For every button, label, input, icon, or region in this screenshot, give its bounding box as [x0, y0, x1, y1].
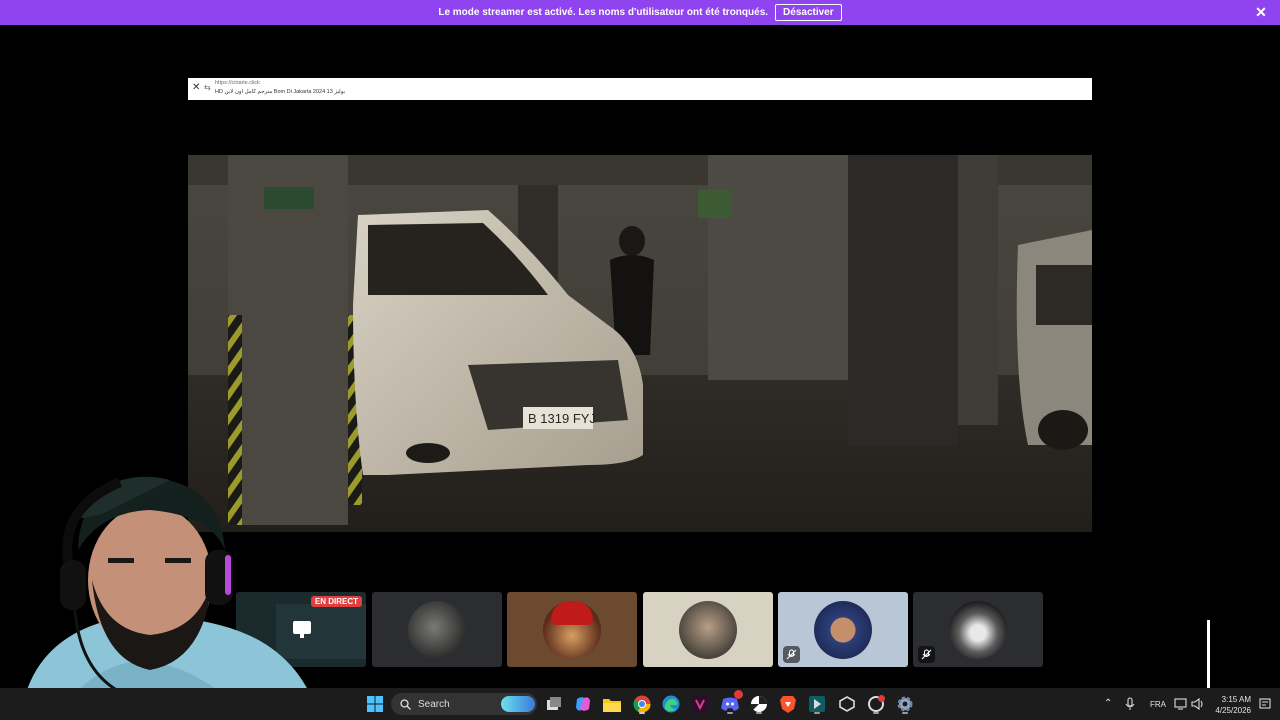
webcam-overlay [0, 470, 330, 720]
unity-icon[interactable] [835, 692, 859, 716]
avatar [408, 600, 466, 659]
steelseries-icon[interactable] [864, 692, 888, 716]
task-view-icon[interactable] [542, 692, 566, 716]
close-icon[interactable]: ✕ [1254, 5, 1268, 19]
avatar [814, 600, 872, 659]
clock-time: 3:15 AM [1221, 695, 1251, 704]
participant-tile-5[interactable] [778, 592, 908, 667]
streamer-camera [20, 476, 320, 720]
microphone-icon[interactable] [1121, 692, 1139, 716]
muted-icon [918, 646, 935, 663]
taskbar: Search ⌃ FRA 3:15 AM 4/25/2026 [0, 688, 1280, 720]
search-placeholder: Search [418, 698, 450, 710]
muted-icon [783, 646, 800, 663]
page-url: https://cinarie.click [215, 80, 260, 86]
search-highlight-icon [501, 696, 535, 712]
taskbar-search[interactable]: Search [391, 693, 537, 715]
chrome-icon[interactable] [630, 692, 654, 716]
language-indicator[interactable]: FRA [1150, 700, 1166, 709]
avatar [679, 600, 737, 659]
vegas-icon[interactable] [688, 692, 712, 716]
overlay-marker [1207, 620, 1210, 692]
brave-icon[interactable] [776, 692, 800, 716]
screen: Le mode streamer est activé. Les noms d'… [0, 0, 1280, 720]
edge-icon[interactable] [659, 692, 683, 716]
notification-badge [734, 690, 743, 699]
network-icon[interactable] [1172, 692, 1190, 716]
close-tab-icon[interactable]: ✕ [192, 82, 200, 93]
show-hidden-icons-chevron-icon[interactable]: ⌃ [1104, 698, 1112, 709]
participant-tile-6[interactable] [913, 592, 1043, 667]
clock[interactable]: 3:15 AM 4/25/2026 [1215, 694, 1251, 716]
page-title: HD مترجم كامل اون لاين Bom Di Jakarta 20… [215, 89, 346, 95]
app-icon[interactable] [805, 692, 829, 716]
settings-icon[interactable] [893, 692, 917, 716]
participant-tile-3[interactable] [507, 592, 637, 667]
participant-tile-2[interactable] [372, 592, 502, 667]
streamer-mode-banner: Le mode streamer est activé. Les noms d'… [0, 0, 1280, 25]
shared-browser-bar: ✕ ⇆ https://cinarie.click HD مترجم كامل … [188, 78, 1092, 100]
reload-icon[interactable]: ⇆ [204, 83, 211, 92]
copilot-icon[interactable] [571, 692, 595, 716]
notifications-icon[interactable] [1256, 692, 1274, 716]
avatar [949, 600, 1007, 659]
file-explorer-icon[interactable] [600, 692, 624, 716]
disable-streamer-mode-button[interactable]: Désactiver [775, 4, 842, 21]
avatar [543, 600, 601, 659]
volume-icon[interactable] [1189, 692, 1207, 716]
search-icon [400, 698, 411, 710]
start-icon[interactable] [363, 692, 387, 716]
discord-icon[interactable] [718, 690, 743, 716]
streamer-mode-message: Le mode streamer est activé. Les noms d'… [438, 7, 769, 18]
license-plate: B 1319 FYJ [528, 411, 596, 426]
clock-date: 4/25/2026 [1215, 706, 1251, 715]
participant-tile-4[interactable] [643, 592, 773, 667]
obs-icon[interactable] [747, 692, 771, 716]
